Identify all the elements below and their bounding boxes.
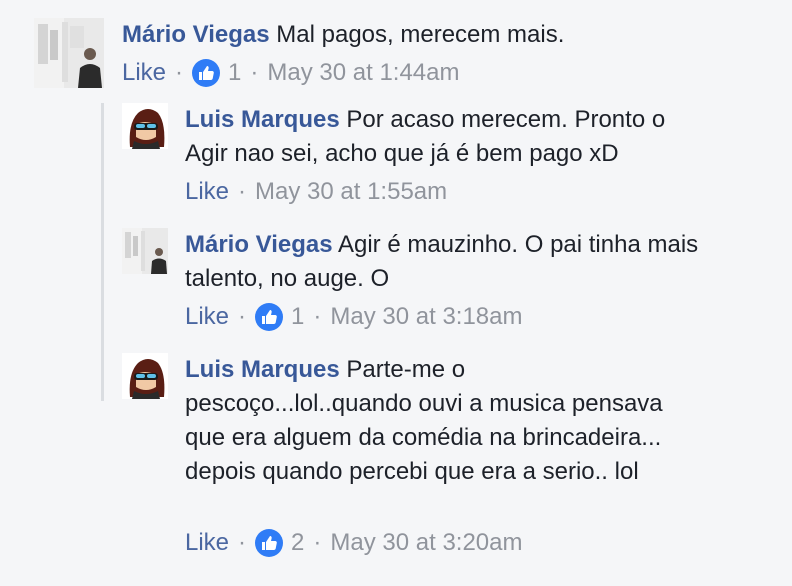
comment-author[interactable]: Luis Marques [185, 106, 340, 133]
cartoon-sunglasses-avatar [122, 103, 168, 149]
comment-actions: Like · 1 · May 30 at 3:18am [185, 300, 523, 334]
person-photo-avatar [122, 228, 168, 274]
comment-text: Luis Marques Por acaso merecem. Pronto o… [185, 103, 705, 171]
like-link[interactable]: Like [185, 175, 229, 209]
thumbs-up-icon[interactable] [192, 59, 221, 87]
comment-actions: Like · 1 · May 30 at 1:44am [122, 56, 460, 90]
comment-actions: Like · May 30 at 1:55am [185, 175, 447, 209]
reply-thread-line [101, 103, 104, 401]
comment-author[interactable]: Mário Viegas [185, 231, 333, 258]
reaction-count[interactable]: 2 [291, 526, 304, 560]
comment-actions: Like · 2 · May 30 at 3:20am [185, 526, 523, 560]
thumbs-up-icon[interactable] [255, 303, 284, 331]
avatar[interactable] [122, 228, 168, 274]
separator-dot: · [250, 59, 259, 86]
comment-text: Luis Marques Parte-me o pescoço...lol..q… [185, 353, 685, 489]
separator-dot: · [238, 529, 247, 556]
separator-dot: · [238, 303, 247, 330]
avatar[interactable] [122, 103, 168, 149]
comment-text: Mário Viegas Agir é mauzinho. O pai tinh… [185, 228, 705, 296]
comment-body: Mal pagos, merecem mais. [276, 21, 565, 48]
comment-timestamp[interactable]: May 30 at 3:20am [330, 526, 522, 560]
separator-dot: · [175, 59, 184, 86]
like-link[interactable]: Like [185, 300, 229, 334]
comment-timestamp[interactable]: May 30 at 1:44am [267, 56, 459, 90]
reaction-count[interactable]: 1 [228, 56, 241, 90]
separator-dot: · [313, 303, 322, 330]
separator-dot: · [313, 529, 322, 556]
comment-author[interactable]: Mário Viegas [122, 21, 270, 48]
comment-timestamp[interactable]: May 30 at 1:55am [255, 175, 447, 209]
avatar[interactable] [122, 353, 168, 399]
comment-text: Mário Viegas Mal pagos, merecem mais. [122, 18, 682, 52]
thumbs-up-icon[interactable] [255, 529, 284, 557]
comment-author[interactable]: Luis Marques [185, 356, 340, 383]
person-photo-avatar [34, 18, 104, 88]
comment-timestamp[interactable]: May 30 at 3:18am [330, 300, 522, 334]
like-link[interactable]: Like [185, 526, 229, 560]
reaction-count[interactable]: 1 [291, 300, 304, 334]
separator-dot: · [238, 178, 247, 205]
avatar[interactable] [34, 18, 104, 88]
cartoon-sunglasses-avatar [122, 353, 168, 399]
like-link[interactable]: Like [122, 56, 166, 90]
